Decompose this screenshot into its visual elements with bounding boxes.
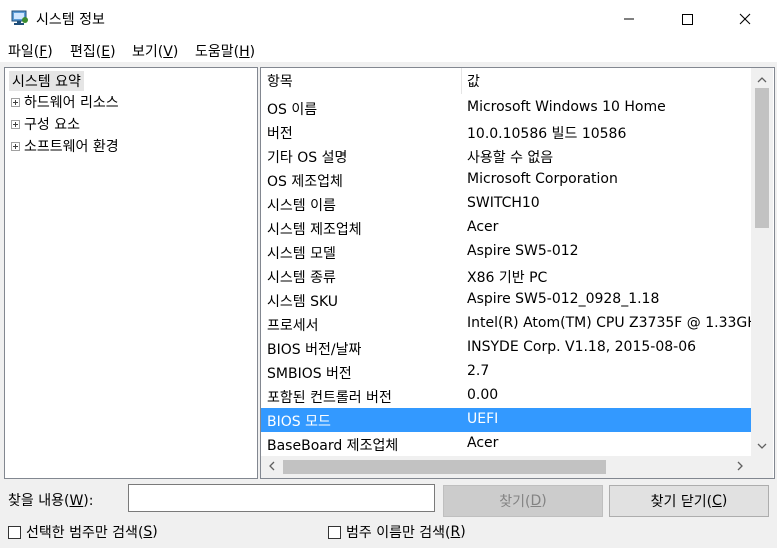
row-value: Aspire SW5-012_0928_1.18 [467, 291, 660, 307]
find-input[interactable] [128, 484, 435, 512]
column-header-value[interactable]: 값 [467, 71, 480, 91]
list-row[interactable]: SMBIOS 버전 2.7 [261, 360, 751, 384]
column-header: 항목 값 [261, 68, 751, 94]
scroll-right-arrow[interactable] [730, 456, 750, 478]
menu-edit[interactable]: 편집(E) [70, 41, 116, 61]
row-value: Acer [467, 435, 499, 451]
row-value: Microsoft Corporation [467, 171, 618, 187]
row-value: 2.7 [467, 363, 490, 379]
list-row[interactable]: 시스템 제조업체 Acer [261, 216, 751, 240]
menu-bar: 파일(F) 편집(E) 보기(V) 도움말(H) [0, 38, 777, 62]
close-icon [739, 13, 751, 25]
menu-view[interactable]: 보기(V) [132, 41, 178, 61]
horizontal-scrollbar[interactable] [261, 456, 751, 478]
row-item: 기타 OS 설명 [267, 150, 348, 166]
tree-item-software-environment[interactable]: 소프트웨어 환경 [11, 136, 119, 156]
search-category-names-checkbox[interactable]: 범주 이름만 검색(R) [328, 522, 466, 542]
row-value: UEFI [467, 411, 499, 427]
row-item: 시스템 종류 [267, 270, 336, 286]
minimize-icon [623, 13, 635, 25]
list-row[interactable]: 프로세서 Intel(R) Atom(TM) CPU Z3735F @ 1.33G… [261, 312, 751, 336]
list-viewport: 항목 값 OS 이름 Microsoft Windows 10 Home 버전 10.… [261, 68, 751, 456]
row-item: BIOS 버전/날짜 [267, 342, 362, 358]
row-item: 프로세서 [267, 318, 319, 334]
list-row[interactable]: 포함된 컨트롤러 버전 0.00 [261, 384, 751, 408]
checkbox-box[interactable] [8, 525, 21, 539]
list-row[interactable]: 기타 OS 설명 사용할 수 없음 [261, 144, 751, 168]
details-list[interactable]: 항목 값 OS 이름 Microsoft Windows 10 Home 버전 10.… [260, 67, 775, 479]
chevron-down-icon [757, 437, 767, 453]
tree-item-system-summary[interactable]: 시스템 요약 [9, 71, 84, 91]
list-row[interactable]: BIOS 모드 UEFI [261, 408, 751, 432]
minimize-button[interactable] [601, 0, 657, 38]
maximize-icon [681, 13, 693, 25]
close-find-button[interactable]: 찾기 닫기(C) [609, 485, 769, 517]
list-row[interactable]: 시스템 SKU Aspire SW5-012_0928_1.18 [261, 288, 751, 312]
tree-item-label: 하드웨어 리소스 [24, 95, 119, 111]
row-item: 시스템 SKU [267, 294, 339, 310]
chevron-up-icon [757, 71, 767, 87]
tree-item-label: 소프트웨어 환경 [24, 139, 119, 155]
row-value: X86 기반 PC [467, 270, 548, 286]
list-row[interactable]: OS 제조업체 Microsoft Corporation [261, 168, 751, 192]
row-value: 0.00 [467, 387, 499, 403]
row-item: 포함된 컨트롤러 버전 [267, 390, 392, 406]
menu-help[interactable]: 도움말(H) [195, 41, 255, 61]
row-item: OS 제조업체 [267, 174, 343, 190]
row-value: Microsoft Windows 10 Home [467, 99, 666, 115]
menu-file[interactable]: 파일(F) [8, 41, 53, 61]
row-value: INSYDE Corp. V1.18, 2015-08-06 [467, 339, 697, 355]
tree-item-hardware-resources[interactable]: 하드웨어 리소스 [11, 92, 119, 112]
row-value: Acer [467, 219, 499, 235]
scrollbar-corner [751, 456, 773, 478]
tree-item-label: 구성 요소 [24, 117, 80, 133]
checkbox-box[interactable] [328, 525, 341, 539]
list-row[interactable]: 시스템 종류 X86 기반 PC [261, 264, 751, 288]
maximize-button[interactable] [659, 0, 715, 38]
close-button[interactable] [717, 0, 773, 38]
row-item: OS 이름 [267, 102, 318, 118]
list-row[interactable]: BIOS 버전/날짜 INSYDE Corp. V1.18, 2015-08-06 [261, 336, 751, 360]
row-item: 시스템 제조업체 [267, 222, 362, 238]
expand-icon[interactable] [11, 97, 20, 107]
category-tree[interactable]: 시스템 요약 하드웨어 리소스 구성 요소 소프트웨어 환경 [4, 67, 258, 479]
list-row[interactable]: 시스템 이름 SWITCH10 [261, 192, 751, 216]
list-row[interactable]: 버전 10.0.10586 빌드 10586 [261, 120, 751, 144]
tree-item-components[interactable]: 구성 요소 [11, 114, 80, 134]
scroll-up-arrow[interactable] [751, 70, 773, 88]
title-bar: 시스템 정보 [0, 0, 777, 38]
list-row[interactable]: 시스템 모델 Aspire SW5-012 [261, 240, 751, 264]
expand-icon[interactable] [11, 141, 20, 151]
row-item: 버전 [267, 126, 293, 142]
row-item: BIOS 모드 [267, 414, 331, 430]
row-item: BaseBoard 제조업체 [267, 438, 399, 454]
scroll-down-arrow[interactable] [751, 436, 773, 454]
list-row[interactable]: BaseBoard 제조업체 Acer [261, 432, 751, 456]
row-item: SMBIOS 버전 [267, 366, 352, 382]
row-value: 사용할 수 없음 [467, 150, 554, 166]
vertical-scroll-thumb[interactable] [755, 88, 769, 228]
vertical-scrollbar[interactable] [751, 68, 773, 456]
list-row[interactable]: OS 이름 Microsoft Windows 10 Home [261, 96, 751, 120]
row-value: 10.0.10586 빌드 10586 [467, 126, 627, 142]
expand-icon[interactable] [11, 119, 20, 129]
row-value: SWITCH10 [467, 195, 540, 211]
chevron-left-icon [269, 459, 275, 475]
find-label: 찾을 내용(W): [8, 493, 94, 509]
row-item: 시스템 모델 [267, 246, 336, 262]
horizontal-scroll-thumb[interactable] [283, 460, 606, 474]
column-header-item[interactable]: 항목 [267, 71, 293, 91]
system-info-icon [11, 10, 29, 26]
row-value: Aspire SW5-012 [467, 243, 579, 259]
scroll-left-arrow[interactable] [262, 456, 282, 478]
find-button[interactable]: 찾기(D) [443, 485, 603, 517]
column-divider[interactable] [461, 68, 462, 94]
row-value: Intel(R) Atom(TM) CPU Z3735F @ 1.33GHz [467, 315, 751, 331]
search-selected-category-checkbox[interactable]: 선택한 범주만 검색(S) [8, 522, 158, 542]
row-item: 시스템 이름 [267, 198, 336, 214]
chevron-right-icon [737, 459, 743, 475]
window-title: 시스템 정보 [36, 12, 105, 28]
